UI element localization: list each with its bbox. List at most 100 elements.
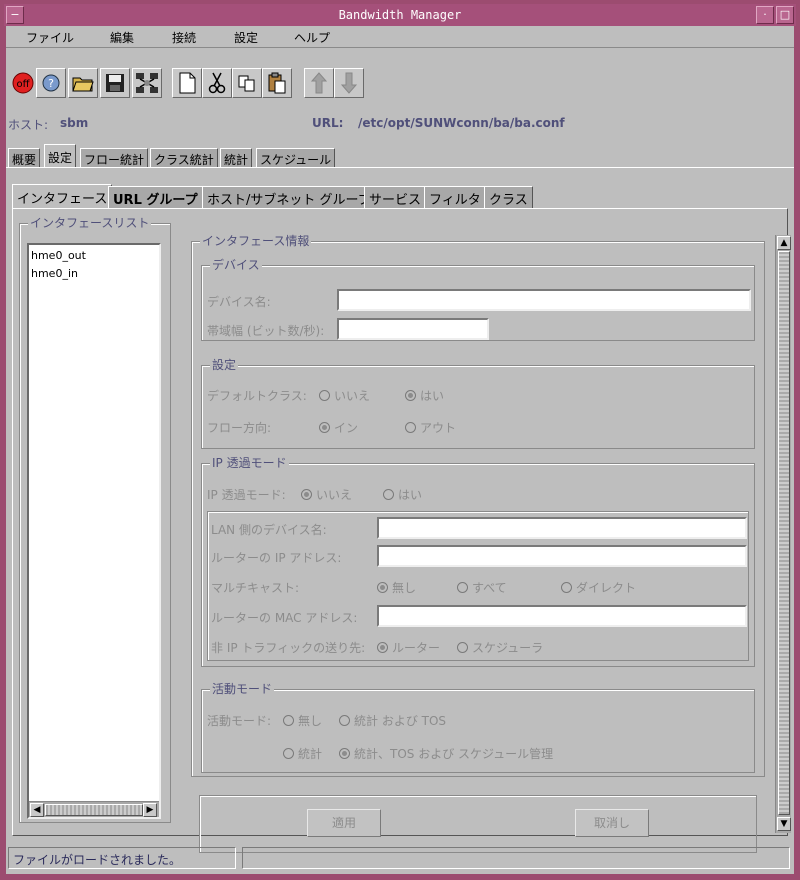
settings-group: 設定: [201, 358, 755, 449]
bandwidth-label: 帯域幅 (ビット数/秒):: [207, 324, 325, 338]
multicast-label: マルチキャスト:: [211, 581, 300, 595]
multicast-all-radio[interactable]: すべて: [457, 579, 507, 596]
device-name-field[interactable]: [337, 289, 751, 311]
radio-selected-icon: [319, 422, 330, 433]
cut-scissors-icon[interactable]: [202, 68, 232, 98]
router-ip-field[interactable]: [377, 545, 747, 567]
activity-stats-radio[interactable]: 統計: [283, 745, 322, 762]
activity-stats-tos-label: 統計 および TOS: [354, 714, 447, 728]
network-icon[interactable]: [132, 68, 162, 98]
lan-device-field[interactable]: [377, 517, 747, 539]
tab-stats[interactable]: 統計: [220, 148, 253, 168]
default-class-no-radio[interactable]: いいえ: [319, 387, 370, 404]
host-value: sbm: [60, 116, 89, 130]
scroll-down-icon[interactable]: ▼: [777, 817, 791, 831]
tab-url-group[interactable]: URL グループ: [108, 186, 203, 208]
paste-icon[interactable]: [262, 68, 292, 98]
menu-connect[interactable]: 接続: [172, 29, 196, 46]
ip-mode-yes-label: はい: [398, 488, 423, 502]
menu-help[interactable]: ヘルプ: [294, 29, 330, 46]
vertical-scroll-thumb[interactable]: [778, 251, 790, 815]
status-message: ファイルがロードされました。: [8, 847, 236, 869]
horizontal-scrollbar[interactable]: ◀ ▶: [29, 801, 159, 817]
power-off-button[interactable]: off: [8, 68, 38, 98]
activity-stats-label: 統計: [298, 747, 323, 761]
bandwidth-field[interactable]: [337, 318, 489, 340]
open-folder-icon[interactable]: [68, 68, 98, 98]
scroll-left-icon[interactable]: ◀: [30, 803, 44, 817]
ip-mode-label: IP 透過モード:: [207, 488, 286, 502]
ip-mode-yes-radio[interactable]: はい: [383, 486, 422, 503]
radio-icon: [405, 422, 416, 433]
move-down-icon[interactable]: [334, 68, 364, 98]
multicast-all-label: すべて: [472, 581, 507, 595]
radio-selected-icon: [339, 748, 350, 759]
title-bar[interactable]: − Bandwidth Manager · □: [4, 4, 796, 26]
move-up-icon[interactable]: [304, 68, 334, 98]
menu-file[interactable]: ファイル: [26, 29, 74, 46]
multicast-none-radio[interactable]: 無し: [377, 579, 416, 596]
apply-button[interactable]: 適用: [307, 809, 381, 837]
tab-settings[interactable]: 設定: [44, 144, 77, 168]
horizontal-scroll-thumb[interactable]: [45, 804, 143, 816]
non-ip-label: 非 IP トラフィックの送り先:: [211, 641, 366, 655]
device-name-label: デバイス名:: [207, 295, 271, 309]
activity-mode-label: 活動モード:: [207, 714, 272, 728]
radio-icon: [383, 489, 394, 500]
ip-mode-no-radio[interactable]: いいえ: [301, 486, 352, 503]
vertical-scrollbar[interactable]: ▲ ▼: [775, 235, 791, 833]
radio-icon: [561, 582, 572, 593]
svg-text:?: ?: [48, 77, 54, 90]
non-ip-scheduler-radio[interactable]: スケジューラ: [457, 639, 543, 656]
radio-icon: [283, 748, 294, 759]
interface-list-title: インタフェースリスト: [28, 216, 152, 230]
multicast-direct-radio[interactable]: ダイレクト: [561, 579, 636, 596]
default-class-yes-radio[interactable]: はい: [405, 387, 444, 404]
activity-stats-tos-radio[interactable]: 統計 および TOS: [339, 712, 446, 729]
status-bar: ファイルがロードされました。: [6, 844, 794, 870]
tab-filter[interactable]: フィルタ: [424, 186, 486, 208]
menu-settings[interactable]: 設定: [234, 29, 258, 46]
menu-edit[interactable]: 編集: [110, 29, 134, 46]
interface-info-title: インタフェース情報: [200, 234, 312, 248]
non-ip-router-radio[interactable]: ルーター: [377, 639, 440, 656]
scroll-right-icon[interactable]: ▶: [143, 803, 157, 817]
interface-listbox[interactable]: hme0_out hme0_in ◀ ▶: [27, 243, 161, 819]
tab-host-subnet-group[interactable]: ホスト/サブネット グループ: [202, 186, 376, 208]
activity-none-radio[interactable]: 無し: [283, 712, 322, 729]
new-document-icon[interactable]: [172, 68, 202, 98]
device-title: デバイス: [210, 258, 262, 272]
flow-out-label: アウト: [420, 421, 457, 435]
svg-text:off: off: [16, 79, 30, 90]
router-mac-field[interactable]: [377, 605, 747, 627]
list-item[interactable]: hme0_in: [31, 267, 78, 280]
multicast-direct-label: ダイレクト: [576, 581, 637, 595]
host-info: ホスト: sbm URL: /etc/opt/SUNWconn/ba/ba.co…: [6, 114, 794, 134]
radio-icon: [457, 582, 468, 593]
list-item[interactable]: hme0_out: [31, 249, 86, 262]
scroll-up-icon[interactable]: ▲: [777, 236, 791, 250]
host-label: ホスト:: [8, 118, 49, 132]
flow-out-radio[interactable]: アウト: [405, 419, 456, 436]
activity-none-label: 無し: [298, 714, 323, 728]
tab-interface[interactable]: インタフェース: [12, 184, 113, 209]
tab-flow-stats[interactable]: フロー統計: [80, 148, 149, 168]
minimize-button[interactable]: ·: [756, 6, 774, 24]
copy-icon[interactable]: [232, 68, 262, 98]
activity-stats-tos-schedule-radio[interactable]: 統計、TOS および スケジュール管理: [339, 745, 553, 762]
save-disk-icon[interactable]: [100, 68, 130, 98]
flow-in-radio[interactable]: イン: [319, 419, 358, 436]
cancel-button[interactable]: 取消し: [575, 809, 649, 837]
app-window: − Bandwidth Manager · □ ファイル 編集 接続 設定 ヘル…: [0, 0, 800, 880]
tab-class-stats[interactable]: クラス統計: [150, 148, 218, 168]
default-class-yes-label: はい: [420, 389, 445, 403]
tab-overview[interactable]: 概要: [8, 148, 41, 168]
query-icon[interactable]: ?: [36, 68, 66, 98]
tab-service[interactable]: サービス: [364, 186, 427, 208]
tab-class[interactable]: クラス: [484, 186, 533, 208]
tab-divider: [6, 167, 794, 168]
maximize-button[interactable]: □: [776, 6, 794, 24]
tab-schedule[interactable]: スケジュール: [256, 148, 336, 168]
flow-direction-label: フロー方向:: [207, 421, 272, 435]
flow-in-label: イン: [334, 421, 359, 435]
